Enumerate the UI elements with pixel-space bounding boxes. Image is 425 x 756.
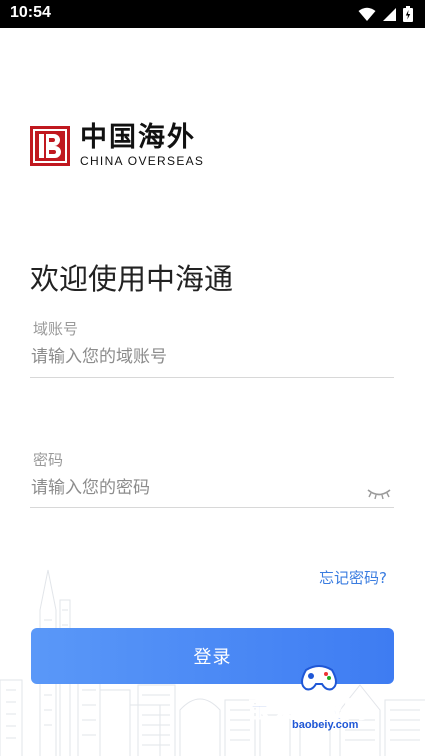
gamepad-icon <box>301 665 337 691</box>
brand-mark-icon <box>30 126 70 166</box>
password-underline <box>30 507 394 508</box>
forgot-password-link[interactable]: 忘记密码? <box>319 567 387 588</box>
status-time: 10:54 <box>10 4 51 21</box>
username-input[interactable] <box>31 342 394 372</box>
watermark-url: baobeiy.com <box>292 719 359 731</box>
status-bar: 10:54 <box>0 0 425 28</box>
username-label: 域账号 <box>33 320 79 338</box>
page-title: 欢迎使用中海通 <box>30 262 234 296</box>
brand-name-en: CHINA OVERSEAS <box>80 154 205 168</box>
brand-logo: 中国海外 CHINA OVERSEAS <box>30 124 204 168</box>
battery-icon <box>403 6 413 26</box>
site-watermark: 宝贝游戏网 baobeiy.com <box>248 662 398 742</box>
status-icons <box>358 6 413 26</box>
username-underline <box>30 377 394 378</box>
brand-name-cn: 中国海外 <box>80 122 196 153</box>
password-input[interactable] <box>31 473 361 503</box>
signal-icon <box>382 7 397 26</box>
brand-text: 中国海外 CHINA OVERSEAS <box>80 124 204 168</box>
wifi-icon <box>358 7 376 26</box>
password-label: 密码 <box>33 451 64 469</box>
eye-closed-icon[interactable] <box>366 486 392 500</box>
